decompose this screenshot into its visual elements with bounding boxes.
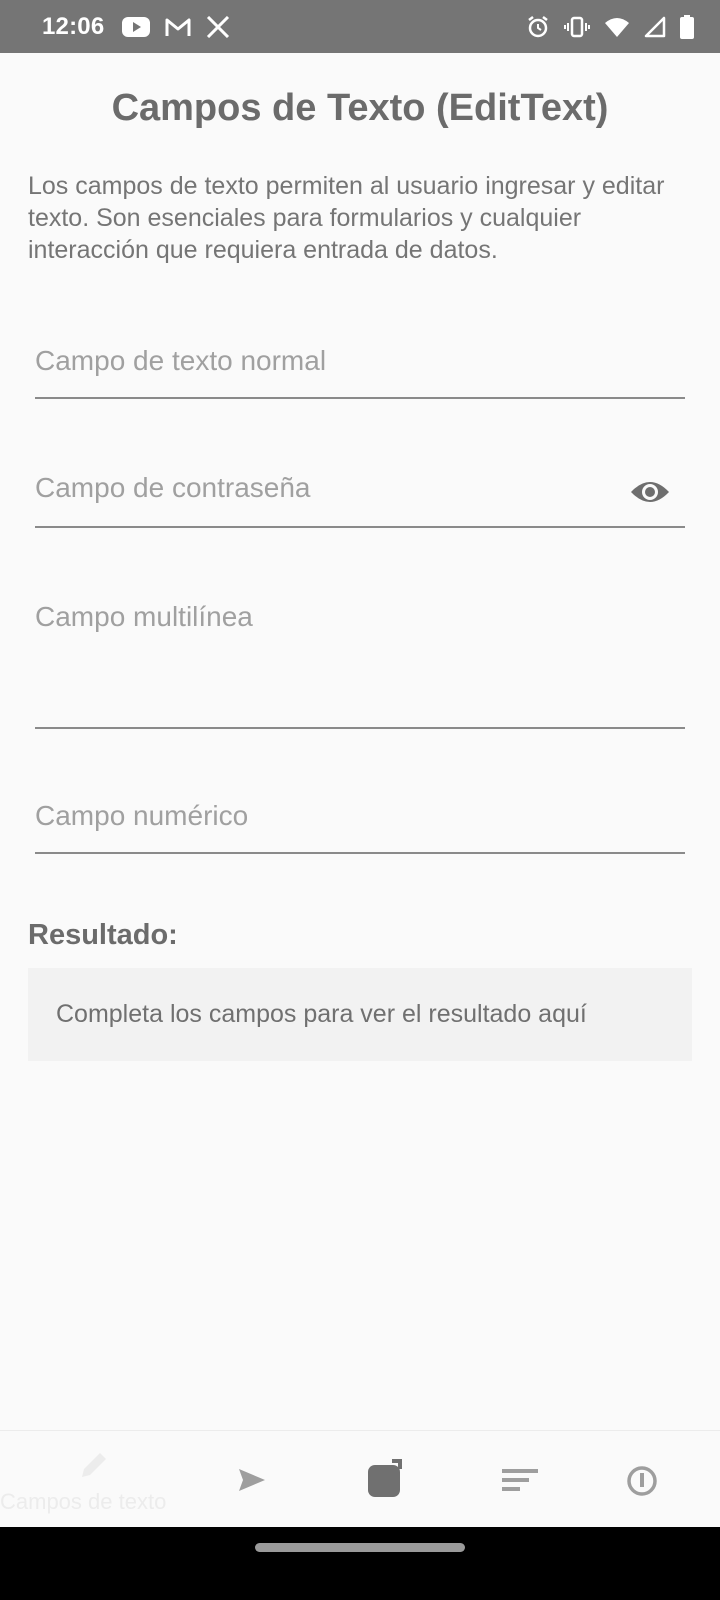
alarm-icon bbox=[526, 15, 550, 39]
page-title: Campos de Texto (EditText) bbox=[111, 87, 609, 129]
youtube-icon bbox=[122, 16, 151, 38]
result-box: Completa los campos para ver el resultad… bbox=[28, 968, 692, 1061]
pencil-icon bbox=[82, 1453, 106, 1477]
multiline-field-placeholder: Campo multilínea bbox=[35, 601, 253, 632]
status-bar-right bbox=[526, 14, 694, 39]
page-description: Los campos de texto permiten al usuario … bbox=[28, 172, 665, 264]
battery-icon bbox=[680, 14, 694, 39]
status-time: 12:06 bbox=[42, 12, 105, 40]
sort-icon bbox=[502, 1469, 538, 1491]
numeric-field[interactable]: Campo numérico bbox=[35, 798, 685, 854]
send-icon bbox=[239, 1469, 265, 1491]
multiline-field[interactable]: Campo multilínea bbox=[35, 597, 685, 729]
checkbox-icon bbox=[368, 1459, 402, 1497]
nav-item-checkbox[interactable] bbox=[350, 1431, 430, 1528]
nav-item-toggle[interactable] bbox=[610, 1431, 690, 1528]
password-field[interactable]: Campo de contraseña bbox=[35, 472, 685, 528]
system-navigation-bar bbox=[0, 1527, 720, 1600]
nav-item-campos-de-texto[interactable]: Campos de texto bbox=[0, 1431, 200, 1528]
text-field-normal-placeholder: Campo de texto normal bbox=[35, 345, 327, 376]
text-field-normal[interactable]: Campo de texto normal bbox=[35, 343, 685, 399]
status-bar-left: 12:06 bbox=[42, 13, 230, 41]
x-icon bbox=[206, 15, 230, 38]
nav-item-send[interactable] bbox=[215, 1431, 295, 1528]
nav-item-sort[interactable] bbox=[480, 1431, 560, 1528]
gmail-icon bbox=[164, 16, 192, 38]
bottom-navigation: Campos de texto bbox=[0, 1430, 720, 1527]
toggle-icon bbox=[627, 1466, 657, 1496]
result-label: Resultado: bbox=[28, 919, 178, 951]
signal-icon bbox=[644, 16, 666, 38]
home-gesture-handle[interactable] bbox=[255, 1543, 465, 1552]
numeric-field-placeholder: Campo numérico bbox=[35, 800, 249, 831]
vibrate-icon bbox=[564, 15, 590, 39]
status-bar: 12:06 bbox=[0, 0, 720, 53]
password-field-placeholder: Campo de contraseña bbox=[35, 472, 311, 503]
wifi-icon bbox=[604, 16, 630, 38]
eye-icon[interactable] bbox=[629, 478, 671, 506]
result-text: Completa los campos para ver el resultad… bbox=[56, 1000, 587, 1028]
nav-label-campos-de-texto: Campos de texto bbox=[0, 1489, 167, 1514]
